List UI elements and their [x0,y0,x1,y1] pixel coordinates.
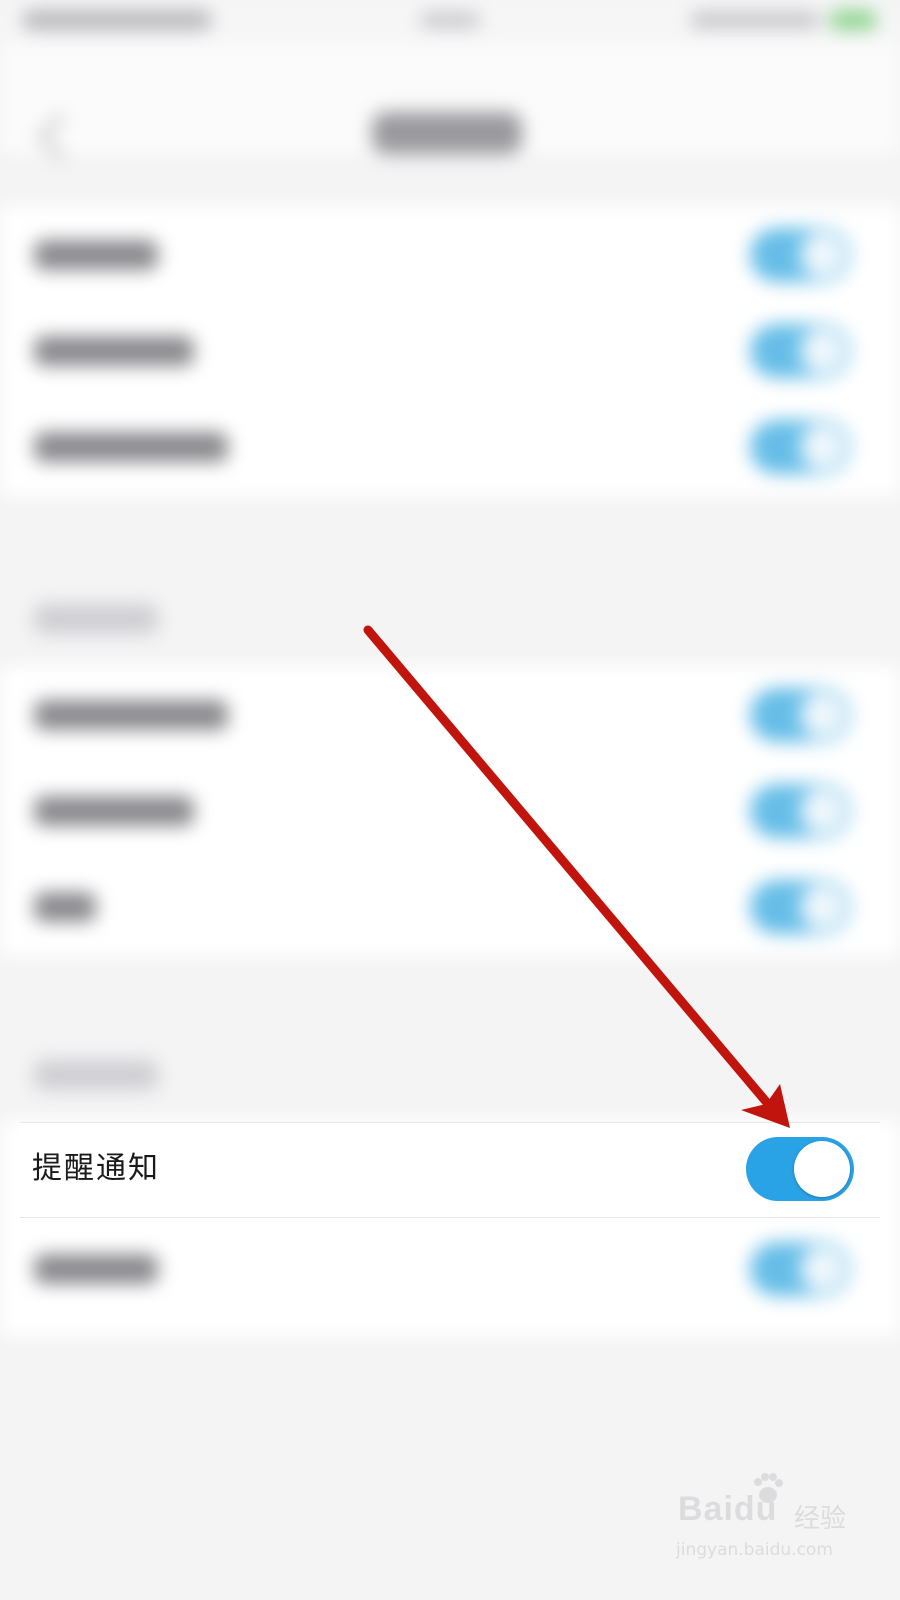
setting-label [34,432,228,462]
toggle-knob [800,232,846,278]
setting-label [34,700,228,730]
reminder-notification-row[interactable]: 提醒通知 [20,1122,880,1218]
setting-row[interactable] [0,206,900,302]
toggle-knob [800,788,846,834]
baidu-jingyan-watermark: Baidu 经验 jingyan.baidu.com [670,1470,870,1580]
section-header [0,570,900,666]
toggle-knob [794,1141,850,1197]
carrier-indicator [22,10,212,30]
reminder-notification-toggle[interactable] [746,1137,854,1201]
navigation-bar [0,44,900,162]
setting-row[interactable] [0,1220,900,1316]
setting-row[interactable] [0,302,900,398]
setting-label [34,796,194,826]
settings-group-1 [0,206,900,496]
setting-label [34,240,158,270]
clock [420,12,480,28]
settings-group-2 [0,666,900,956]
back-chevron-icon[interactable] [36,112,86,162]
setting-label [34,336,194,366]
toggle-knob [800,884,846,930]
setting-label [34,1254,158,1284]
section-header-label [34,1060,158,1090]
setting-row[interactable] [0,666,900,762]
watermark-product: 经验 [794,1504,847,1534]
battery-icon [830,10,876,30]
reminder-notification-label: 提醒通知 [32,1151,160,1186]
toggle-knob [800,692,846,738]
watermark-url: jingyan.baidu.com [676,1540,833,1560]
setting-row[interactable] [0,398,900,494]
section-header-label [34,604,158,634]
page-title [372,112,522,154]
toggle-knob [800,424,846,470]
toggle-knob [800,328,846,374]
watermark-logo: Baidu [678,1490,778,1528]
section-header [0,1026,900,1122]
status-icons [690,12,820,28]
status-bar [0,0,900,44]
settings-screen: 提醒通知 Baidu 经验 jingyan.baidu.com [0,0,900,1600]
blurred-background [0,0,900,1600]
setting-row[interactable] [0,762,900,858]
setting-row[interactable] [0,858,900,954]
toggle-knob [800,1246,846,1292]
setting-label [34,892,96,922]
